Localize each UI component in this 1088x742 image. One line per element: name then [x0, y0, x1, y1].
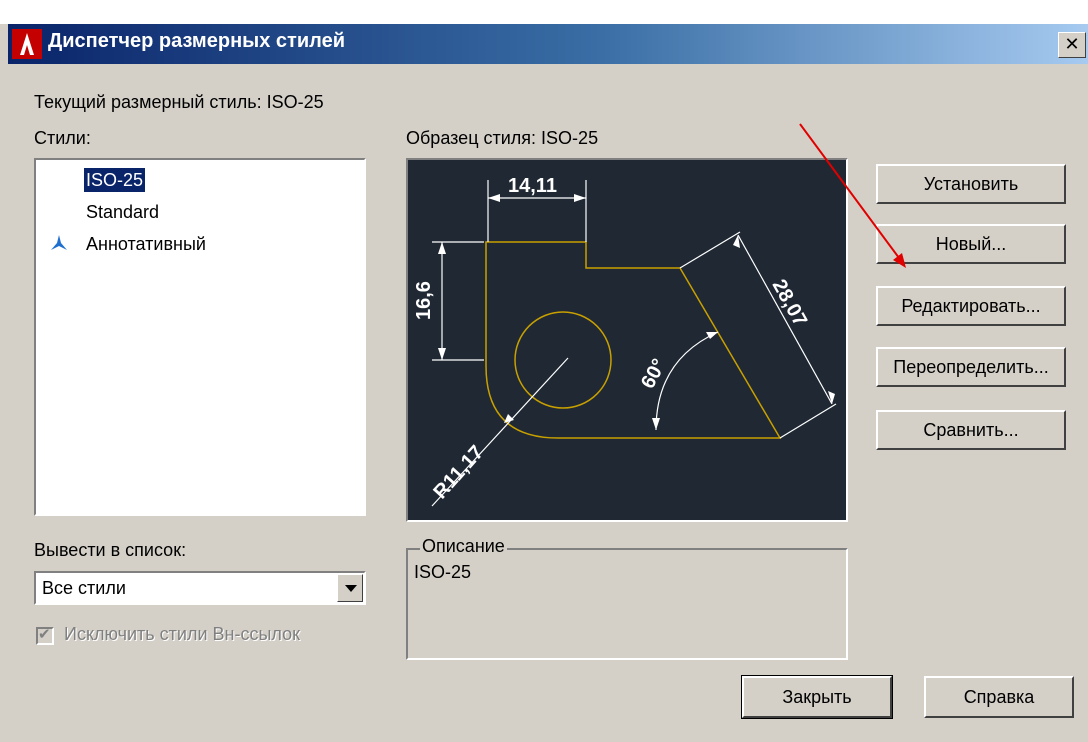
- list-filter-label: Вывести в список:: [34, 540, 187, 560]
- top-clipped-strip: [0, 0, 1088, 24]
- exclude-xref-checkbox[interactable]: [36, 625, 54, 645]
- preview-drawing: 14,11 16,6 28,07 60° R11,17: [413, 175, 837, 507]
- autocad-icon: [12, 29, 42, 59]
- style-preview: 14,11 16,6 28,07 60° R11,17: [406, 158, 848, 522]
- dim-text-top: 14,11: [508, 175, 557, 197]
- part-outline: [485, 241, 782, 439]
- current-style-label: Текущий размерный стиль: ISO-25: [34, 92, 324, 112]
- dim-text-radius: R11,17: [429, 442, 488, 504]
- description-group: [406, 548, 848, 660]
- preview-label: Образец стиля: ISO-25: [406, 128, 599, 148]
- dimension-lines: [431, 180, 837, 507]
- description-text: ISO-25: [414, 562, 472, 582]
- override-button[interactable]: Переопределить...: [876, 347, 1066, 387]
- styles-list[interactable]: ISO-25 Standard Аннотативный: [34, 158, 366, 516]
- compare-button[interactable]: Сравнить...: [876, 410, 1066, 450]
- description-legend: Описание: [420, 536, 507, 557]
- dim-text-angle: 60°: [637, 355, 671, 392]
- chevron-down-icon[interactable]: [337, 574, 363, 602]
- dim-text-left: 16,6: [413, 281, 435, 320]
- exclude-xref-label: Исключить стили Вн-ссылок: [64, 624, 301, 644]
- styles-label: Стили:: [34, 128, 91, 148]
- list-item-standard[interactable]: Standard: [84, 200, 161, 224]
- window-title: Диспетчер размерных стилей: [48, 30, 345, 52]
- close-button[interactable]: Закрыть: [741, 675, 893, 719]
- list-item-iso25[interactable]: ISO-25: [84, 168, 146, 192]
- set-current-button[interactable]: Установить: [876, 164, 1066, 204]
- annotative-icon: [51, 235, 67, 250]
- help-button[interactable]: Справка: [924, 676, 1074, 718]
- dim-text-right: 28,07: [768, 276, 812, 330]
- modify-button[interactable]: Редактировать...: [876, 286, 1066, 326]
- close-icon[interactable]: ✕: [1058, 32, 1086, 58]
- list-filter-value: Все стили: [42, 578, 126, 598]
- new-button[interactable]: Новый...: [876, 224, 1066, 264]
- list-item-annotative[interactable]: Аннотативный: [84, 232, 208, 256]
- title-bar[interactable]: Диспетчер размерных стилей ✕: [8, 24, 1088, 64]
- list-filter-select[interactable]: Все стили: [34, 571, 366, 605]
- dimension-arrows: [438, 194, 835, 430]
